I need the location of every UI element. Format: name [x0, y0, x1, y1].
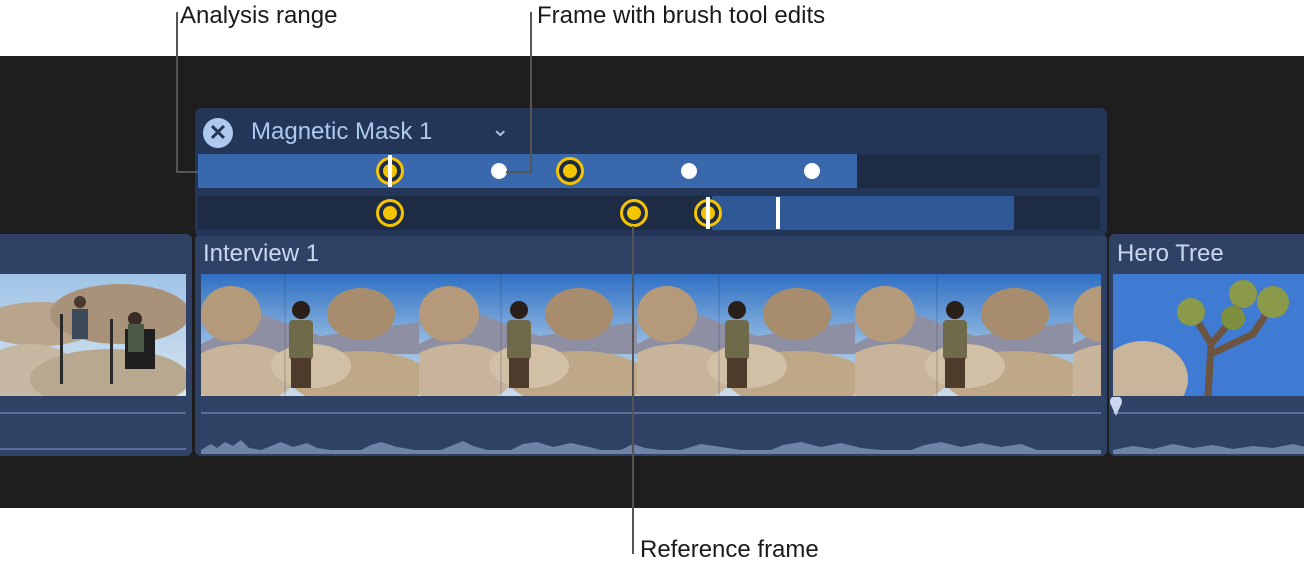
leader-line: [176, 171, 198, 173]
audio-waveform: [201, 414, 1101, 454]
clip-left[interactable]: [0, 234, 192, 456]
brush-edit-keyframe[interactable]: [804, 163, 820, 179]
leader-line: [632, 226, 634, 554]
reference-frame-keyframe[interactable]: [376, 199, 404, 227]
mask-title: Magnetic Mask 1: [251, 118, 433, 145]
thumbnail: [0, 274, 186, 396]
playhead: [706, 197, 710, 229]
clip-interview-1[interactable]: Interview 1: [195, 234, 1107, 456]
callout-analysis-range: Analysis range: [180, 2, 338, 29]
callout-reference-frame: Reference frame: [640, 536, 819, 563]
leader-line: [530, 12, 532, 172]
reference-frame-keyframe[interactable]: [556, 157, 584, 185]
clip-title: Interview 1: [203, 240, 320, 267]
filmstrip: [201, 274, 1101, 396]
thumbnail: [201, 274, 1101, 396]
clip-hero-tree[interactable]: Hero Tree: [1109, 234, 1304, 456]
analysis-range: [712, 196, 1014, 230]
close-icon[interactable]: ✕: [203, 118, 233, 148]
timeline: Interview 1 Hero Tree ✕ Magnetic Mask 1 …: [0, 56, 1304, 508]
reference-frame-keyframe[interactable]: [620, 199, 648, 227]
chevron-down-icon[interactable]: ⌄: [491, 116, 509, 142]
playhead: [776, 197, 780, 229]
brush-edit-keyframe[interactable]: [681, 163, 697, 179]
audio-waveform: [0, 414, 186, 454]
brush-edit-keyframe[interactable]: [491, 163, 507, 179]
magnetic-mask-panel: ✕ Magnetic Mask 1 ⌄: [195, 108, 1107, 236]
audio-waveform: [1113, 414, 1304, 454]
thumbnail: [1113, 274, 1304, 396]
clip-title: Hero Tree: [1117, 240, 1224, 267]
filmstrip: [1113, 274, 1304, 396]
filmstrip: [0, 274, 186, 396]
playhead: [388, 155, 392, 187]
callout-brush-frame: Frame with brush tool edits: [537, 2, 826, 29]
analysis-track[interactable]: [198, 154, 1100, 188]
leader-line: [506, 171, 532, 173]
leader-line: [176, 12, 178, 172]
reference-track[interactable]: [198, 196, 1100, 230]
